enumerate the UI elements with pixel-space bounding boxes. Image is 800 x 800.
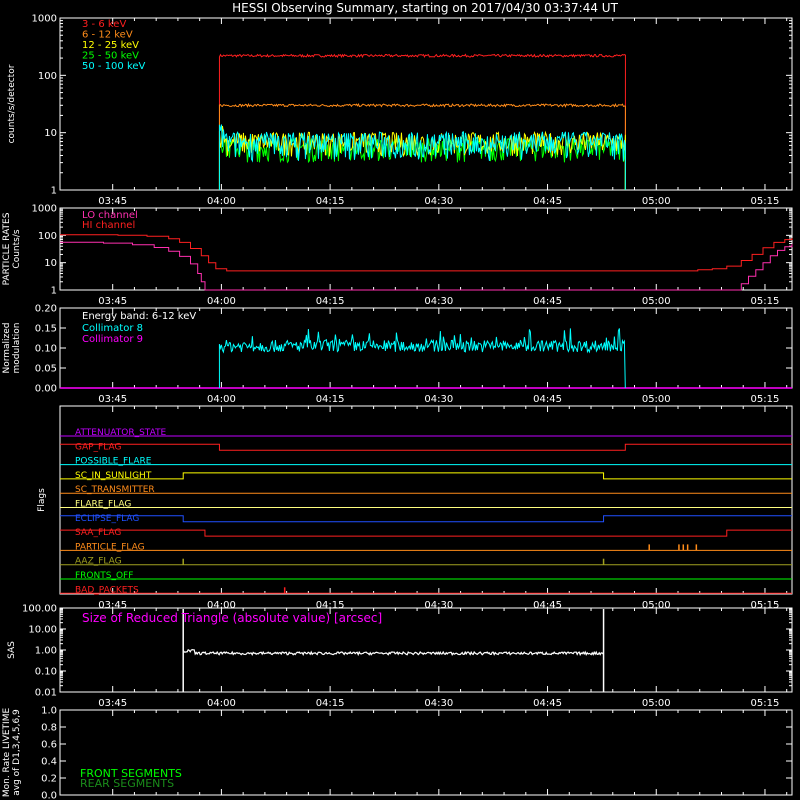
flag-line bbox=[60, 443, 792, 451]
y-tick-label: 0.2 bbox=[41, 774, 57, 785]
y-axis-label: Counts/s bbox=[12, 229, 22, 268]
y-tick-label: 1000 bbox=[32, 14, 57, 25]
y-tick-label: 0.10 bbox=[35, 667, 57, 678]
y-axis-label: SAS bbox=[7, 641, 17, 659]
y-tick-label: 0.8 bbox=[41, 723, 57, 734]
legend-item: 50 - 100 keV bbox=[82, 61, 146, 72]
x-tick-label: 04:15 bbox=[316, 698, 345, 709]
y-axis-label: PARTICLE RATES bbox=[2, 212, 12, 285]
x-tick-label: 04:45 bbox=[533, 196, 562, 207]
series-line-3-6keV bbox=[218, 53, 626, 191]
flag-line bbox=[60, 515, 792, 523]
y-tick-label: 100.00 bbox=[22, 604, 57, 615]
y-tick-label: 10 bbox=[44, 258, 57, 269]
y-axis-label: Normalized bbox=[2, 322, 12, 373]
x-tick-label: 04:00 bbox=[207, 394, 236, 405]
y-tick-label: 1000 bbox=[32, 204, 57, 215]
x-tick-label: 04:30 bbox=[424, 394, 453, 405]
series-line-25-50keV bbox=[218, 137, 626, 191]
series-line-HIchannel bbox=[60, 234, 793, 272]
legend-header: Energy band: 6-12 keV bbox=[82, 311, 196, 322]
x-tick-label: 05:00 bbox=[642, 296, 671, 307]
x-tick-label: 04:45 bbox=[533, 698, 562, 709]
y-tick-label: 100 bbox=[38, 71, 57, 82]
sas-panel: 03:45 04:00 04:15 04:30 04:45 05:00 05:15 0.01 0… bbox=[7, 604, 793, 709]
x-tick-label: 04:15 bbox=[316, 196, 345, 207]
y-tick-label: 1.0 bbox=[41, 706, 57, 717]
y-tick-label: 0.00 bbox=[35, 384, 57, 395]
y-tick-label: 0.05 bbox=[35, 364, 57, 375]
y-tick-label: 10.00 bbox=[28, 625, 57, 636]
x-tick-label: 05:15 bbox=[751, 698, 780, 709]
x-tick-label: 05:00 bbox=[642, 394, 671, 405]
chart-title: HESSI Observing Summary, starting on 201… bbox=[232, 1, 618, 15]
x-tick-label: 03:45 bbox=[98, 698, 127, 709]
legend-item: 12 - 25 keV bbox=[82, 40, 139, 51]
legend-item: 6 - 12 keV bbox=[82, 30, 133, 41]
panels-group: 03:45 04:00 04:15 04:30 04:45 05:00 05:1511010… bbox=[2, 14, 793, 800]
flag-line bbox=[60, 529, 792, 537]
x-tick-label: 05:15 bbox=[751, 296, 780, 307]
y-tick-label: 100 bbox=[38, 231, 57, 242]
x-tick-label: 04:15 bbox=[316, 394, 345, 405]
x-tick-label: 04:30 bbox=[424, 296, 453, 307]
flags-frame bbox=[59, 405, 793, 595]
x-tick-label: 03:45 bbox=[98, 394, 127, 405]
x-tick-label: 04:00 bbox=[207, 296, 236, 307]
x-tick-label: 04:15 bbox=[316, 296, 345, 307]
series-line-Collimator8 bbox=[218, 328, 626, 389]
x-tick-label: 05:15 bbox=[751, 196, 780, 207]
observing-summary-figure: HESSI Observing Summary, starting on 201… bbox=[2, 1, 793, 800]
legend-item: REAR SEGMENTS bbox=[80, 777, 174, 790]
y-tick-label: 0.0 bbox=[41, 791, 57, 800]
y-tick-label: 1 bbox=[51, 186, 57, 197]
legend-item: 3 - 6 keV bbox=[82, 19, 126, 30]
x-tick-label: 05:15 bbox=[751, 394, 780, 405]
y-tick-label: 0.01 bbox=[35, 688, 57, 699]
x-tick-label: 05:00 bbox=[642, 698, 671, 709]
x-tick-label: 04:45 bbox=[533, 394, 562, 405]
y-tick-label: 1.00 bbox=[35, 646, 57, 657]
y-tick-label: 0.6 bbox=[41, 740, 57, 751]
x-tick-label: 05:00 bbox=[642, 196, 671, 207]
particle_rates-panel: 03:45 04:00 04:15 04:30 04:45 05:00 05:15 1 10 10… bbox=[2, 204, 793, 307]
sas-annotation: Size of Reduced Triangle (absolute value… bbox=[82, 611, 382, 625]
x-tick-label: 03:45 bbox=[98, 196, 127, 207]
x-tick-label: 03:45 bbox=[98, 296, 127, 307]
x-tick-label: 04:30 bbox=[424, 698, 453, 709]
x-tick-label: 04:45 bbox=[533, 296, 562, 307]
modulation-panel: 03:45 04:00 04:15 04:30 04:45 05:00 05:15 0.00 0… bbox=[2, 304, 793, 405]
flags-panel: 03:45 04:00 04:15 04:30 04:45 05:00 05:15Flags… bbox=[37, 405, 793, 611]
y-axis-label: Mon. Rate LIVETIME bbox=[2, 708, 12, 798]
legend-item: Collimator 9 bbox=[82, 334, 143, 345]
legend-item: HI channel bbox=[82, 220, 135, 231]
x-tick-label: 04:30 bbox=[424, 196, 453, 207]
y-axis-label: avg of D1,3,4,5,6,9 bbox=[12, 709, 22, 796]
legend-item: Collimator 8 bbox=[82, 323, 143, 334]
particle_rates-frame bbox=[59, 207, 793, 291]
y-tick-label: 10 bbox=[44, 128, 57, 139]
livetime-panel: 0.0 0.2 0.4 0.6 0.8 1.0 Mon. Rate LIVETIME avg … bbox=[2, 706, 793, 800]
legend-item: 25 - 50 keV bbox=[82, 51, 139, 62]
y-tick-label: 0.15 bbox=[35, 324, 57, 335]
x-tick-label: 04:00 bbox=[207, 196, 236, 207]
y-axis-label: Flags bbox=[37, 488, 47, 512]
flag-line bbox=[60, 472, 792, 480]
x-tick-label: 04:00 bbox=[207, 698, 236, 709]
sas-series-line bbox=[182, 648, 604, 657]
y-axis-label: modulation bbox=[12, 323, 22, 374]
y-tick-label: 0.4 bbox=[41, 757, 57, 768]
y-tick-label: 1 bbox=[51, 286, 57, 297]
y-tick-label: 0.20 bbox=[35, 304, 57, 315]
series-line-LOchannel bbox=[60, 241, 793, 291]
y-tick-label: 0.10 bbox=[35, 344, 57, 355]
y-axis-label: counts/s/detector bbox=[7, 64, 17, 143]
count_rates-panel: 03:45 04:00 04:15 04:30 04:45 05:00 05:15 1 10 10… bbox=[7, 14, 793, 207]
